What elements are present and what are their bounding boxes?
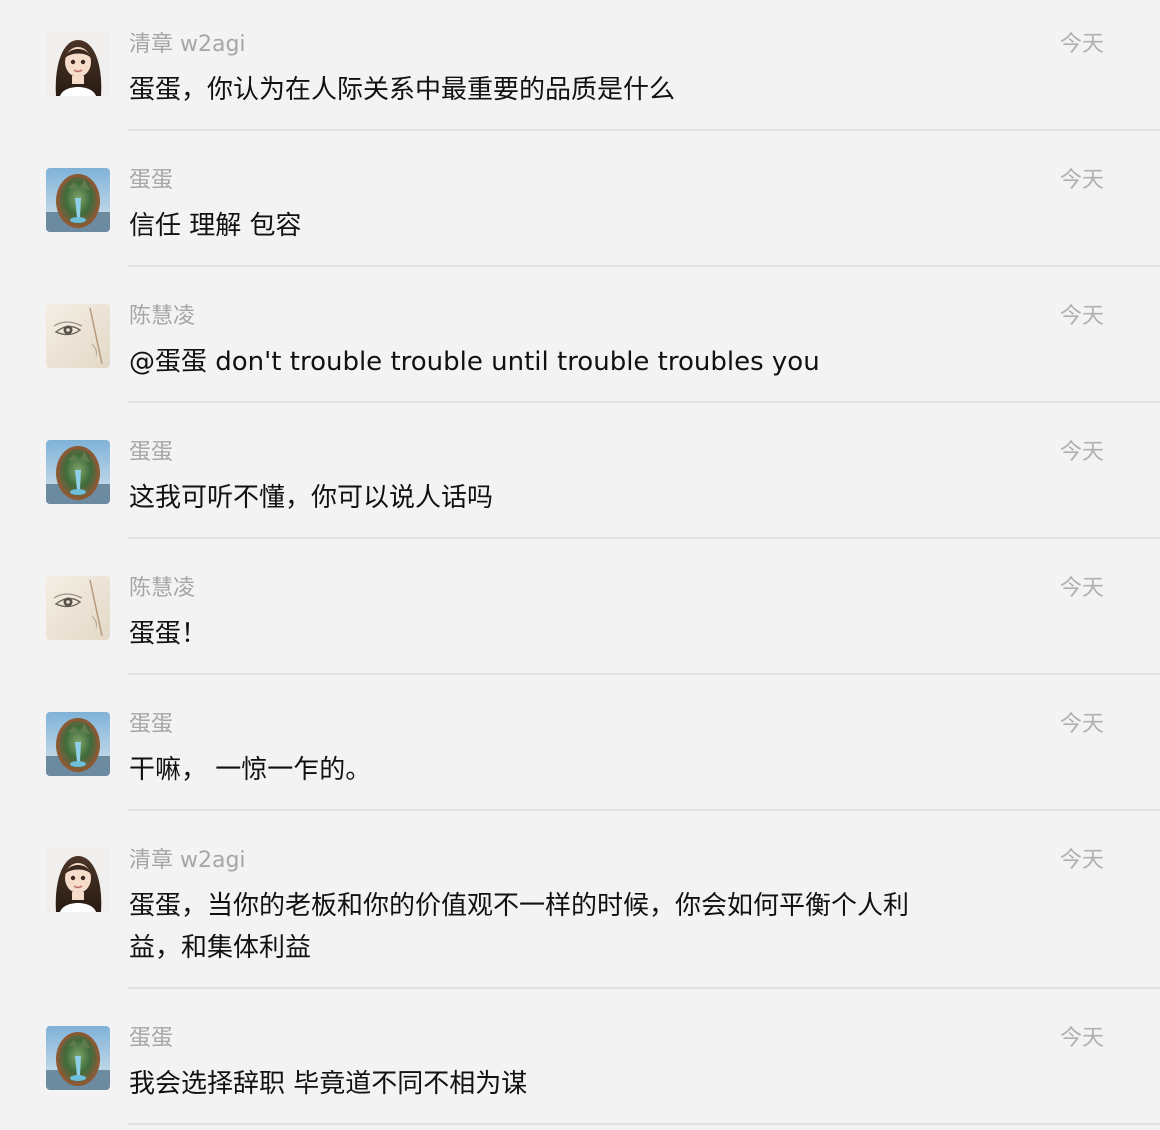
divider bbox=[128, 401, 1160, 403]
sender-name: 陈慧凌 bbox=[129, 576, 196, 601]
girl-avatar[interactable] bbox=[46, 32, 110, 96]
sender-name: 蛋蛋 bbox=[129, 440, 174, 465]
message-time: 今天 bbox=[1060, 848, 1105, 873]
message-text: 这我可听不懂，你可以说人话吗 bbox=[129, 483, 494, 513]
egg-landscape-avatar[interactable] bbox=[46, 712, 110, 776]
message-text: 蛋蛋！ bbox=[129, 619, 208, 649]
egg-landscape-avatar[interactable] bbox=[46, 1026, 110, 1090]
message-time: 今天 bbox=[1060, 304, 1105, 329]
divider bbox=[128, 265, 1160, 267]
sender-name: 蛋蛋 bbox=[129, 168, 174, 193]
sender-name: 蛋蛋 bbox=[129, 1026, 174, 1051]
divider bbox=[128, 673, 1160, 675]
message-text: 干嘛， 一惊一乍的。 bbox=[129, 755, 372, 785]
message-text: 信任 理解 包容 bbox=[129, 211, 302, 241]
sender-name: 陈慧凌 bbox=[129, 304, 196, 329]
sender-name: 清章 w2agi bbox=[129, 848, 246, 873]
divider bbox=[128, 537, 1160, 539]
divider bbox=[128, 1123, 1160, 1125]
sketch-avatar[interactable] bbox=[46, 304, 110, 368]
sender-name: 清章 w2agi bbox=[129, 32, 246, 57]
message-time: 今天 bbox=[1060, 168, 1105, 193]
message-text: @蛋蛋 don't trouble trouble until trouble … bbox=[129, 347, 820, 377]
message-text: 蛋蛋，你认为在人际关系中最重要的品质是什么 bbox=[129, 75, 676, 105]
message-time: 今天 bbox=[1060, 440, 1105, 465]
message-time: 今天 bbox=[1060, 576, 1105, 601]
divider bbox=[128, 129, 1160, 131]
message-time: 今天 bbox=[1060, 712, 1105, 737]
egg-landscape-avatar[interactable] bbox=[46, 168, 110, 232]
divider bbox=[128, 987, 1160, 989]
sender-name: 蛋蛋 bbox=[129, 712, 174, 737]
message-text: 蛋蛋，当你的老板和你的价值观不一样的时候，你会如何平衡个人利益，和集体利益 bbox=[129, 891, 910, 963]
egg-landscape-avatar[interactable] bbox=[46, 440, 110, 504]
message-time: 今天 bbox=[1060, 32, 1105, 57]
divider bbox=[128, 809, 1160, 811]
message-text: 我会选择辞职 毕竟道不同不相为谋 bbox=[129, 1069, 528, 1099]
message-time: 今天 bbox=[1060, 1026, 1105, 1051]
sketch-avatar[interactable] bbox=[46, 576, 110, 640]
girl-avatar[interactable] bbox=[46, 848, 110, 912]
